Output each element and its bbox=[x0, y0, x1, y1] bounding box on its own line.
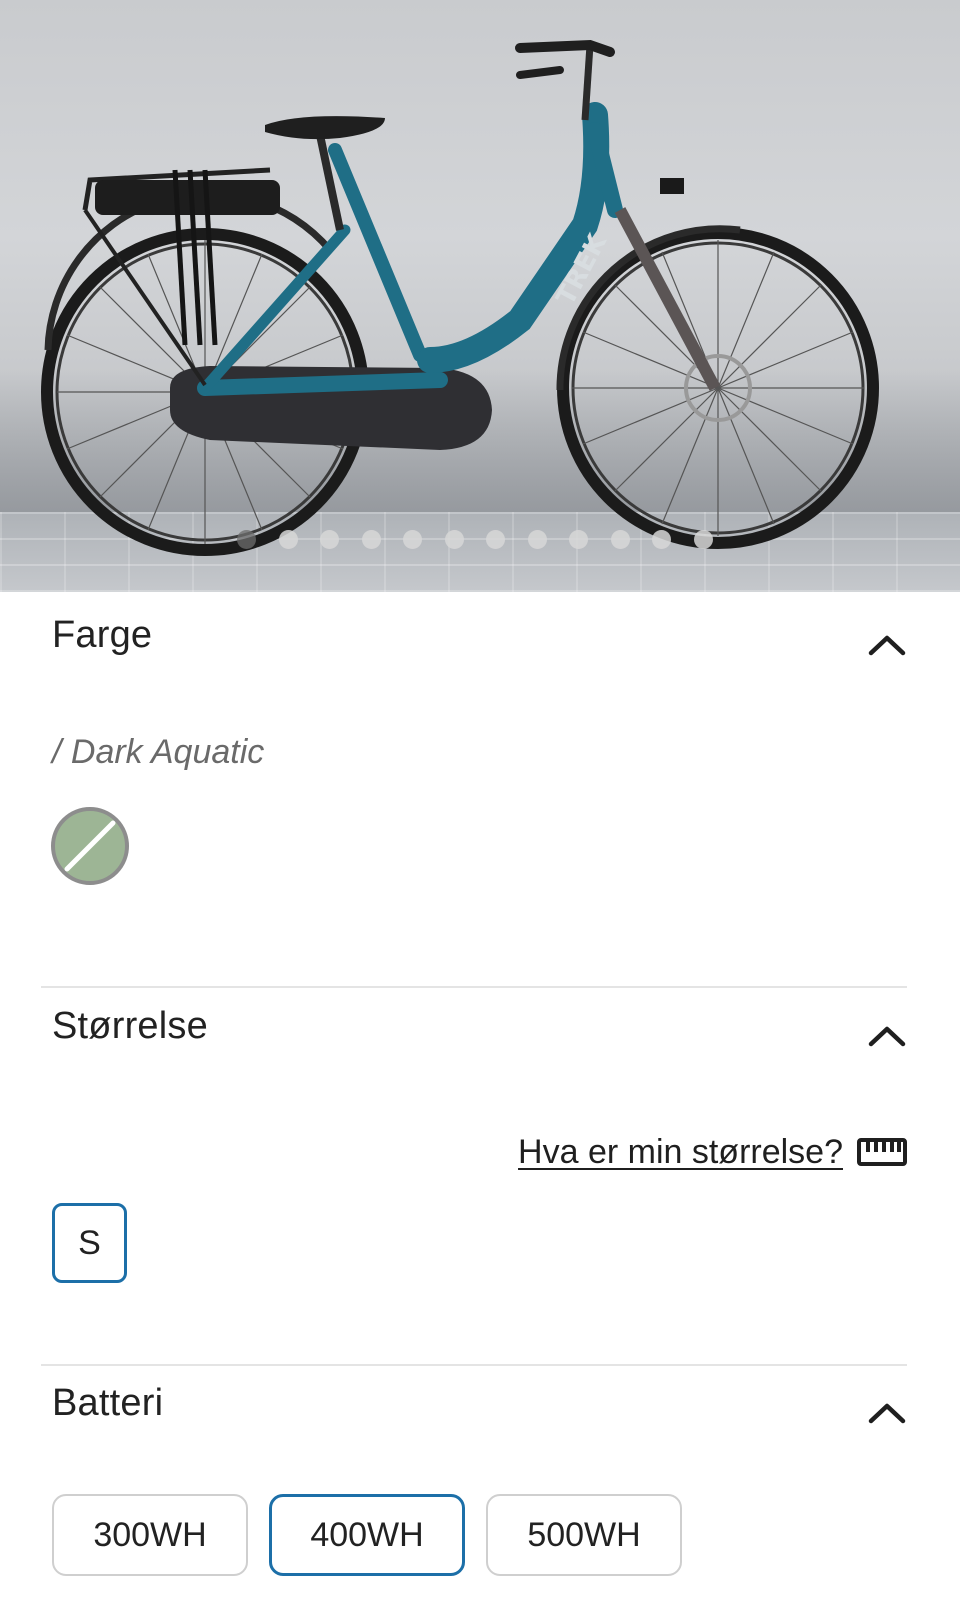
gallery-dot[interactable] bbox=[693, 530, 713, 549]
color-section-title: Farge bbox=[52, 614, 153, 656]
size-section-header[interactable]: Størrelse bbox=[52, 1005, 912, 1065]
gallery-dot[interactable] bbox=[527, 530, 547, 549]
gallery-pagination[interactable] bbox=[0, 530, 960, 550]
gallery-dot[interactable] bbox=[486, 530, 505, 549]
gallery-dot[interactable] bbox=[610, 530, 630, 549]
ruler-icon bbox=[857, 1138, 907, 1166]
section-divider bbox=[41, 1364, 907, 1366]
chevron-up-icon[interactable] bbox=[862, 1017, 912, 1057]
size-guide-link[interactable]: Hva er min størrelse? bbox=[518, 1130, 907, 1174]
unavailable-slash-icon bbox=[64, 820, 116, 872]
color-section-header[interactable]: Farge bbox=[52, 614, 912, 674]
selected-color-label: / Dark Aquatic bbox=[52, 733, 265, 771]
gallery-dot[interactable] bbox=[237, 530, 256, 549]
gallery-dot[interactable] bbox=[320, 530, 339, 549]
size-guide-link-text[interactable]: Hva er min størrelse? bbox=[518, 1133, 843, 1172]
front-wheel bbox=[557, 227, 879, 549]
gallery-dot[interactable] bbox=[652, 530, 671, 549]
battery-section-title: Batteri bbox=[52, 1382, 164, 1424]
size-option-s[interactable]: S bbox=[52, 1203, 127, 1283]
section-divider bbox=[41, 986, 907, 988]
gallery-dot[interactable] bbox=[444, 530, 464, 549]
color-swatch-dark-aquatic[interactable] bbox=[51, 807, 129, 885]
chevron-up-icon[interactable] bbox=[862, 626, 912, 666]
battery-option-400wh[interactable]: 400WH bbox=[269, 1494, 465, 1576]
size-section-title: Størrelse bbox=[52, 1005, 208, 1047]
battery-section-header[interactable]: Batteri bbox=[52, 1382, 912, 1442]
chevron-up-icon[interactable] bbox=[862, 1394, 912, 1434]
gallery-dot[interactable] bbox=[361, 530, 381, 549]
gallery-dot[interactable] bbox=[278, 530, 298, 549]
bike-illustration: TREK bbox=[41, 39, 879, 556]
gallery-dot[interactable] bbox=[403, 530, 422, 549]
product-image-gallery[interactable]: TREK bbox=[0, 0, 960, 592]
battery-option-500wh[interactable]: 500WH bbox=[486, 1494, 682, 1576]
battery-option-300wh[interactable]: 300WH bbox=[52, 1494, 248, 1576]
gallery-dot[interactable] bbox=[569, 530, 588, 549]
